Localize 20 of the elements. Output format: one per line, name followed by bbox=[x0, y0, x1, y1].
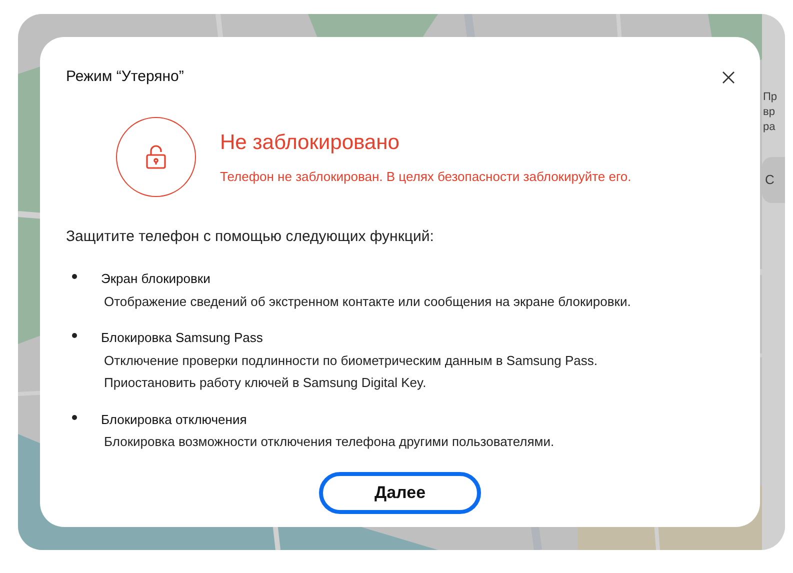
feature-title: Экран блокировки bbox=[101, 270, 212, 288]
status-message: Телефон не заблокирован. В целях безопасности заблокируйте его. bbox=[220, 168, 632, 186]
panel-text: Пр bbox=[763, 90, 778, 105]
intro-text: Защитите телефон с помощью следующих функций: bbox=[66, 226, 435, 246]
feature-description: Блокировка возможности отключения телефона другими пользователями. bbox=[103, 433, 554, 451]
bullet-icon bbox=[72, 333, 77, 338]
close-icon bbox=[722, 70, 734, 84]
panel-text: вр bbox=[763, 105, 776, 120]
dialog-title: Режим “Утеряно” bbox=[66, 67, 184, 87]
status-heading: Не заблокировано bbox=[220, 130, 400, 156]
feature-description: Отображение сведений об экстренном контакте или сообщения на экране блокировки. bbox=[103, 292, 631, 311]
next-button[interactable]: Далее bbox=[319, 472, 481, 514]
feature-description: Отключение проверки подлинности по биометрическим данным в Samsung Pass. bbox=[103, 352, 598, 370]
feature-title: Блокировка Samsung Pass bbox=[101, 329, 264, 347]
bullet-icon bbox=[72, 274, 77, 279]
feature-description: Приостановить работу ключей в Samsung Digital Key. bbox=[103, 374, 428, 392]
panel-card[interactable]: С bbox=[762, 157, 785, 203]
bullet-icon bbox=[72, 414, 77, 420]
feature-title: Блокировка отключения bbox=[101, 410, 248, 429]
panel-text: ра bbox=[763, 120, 776, 135]
